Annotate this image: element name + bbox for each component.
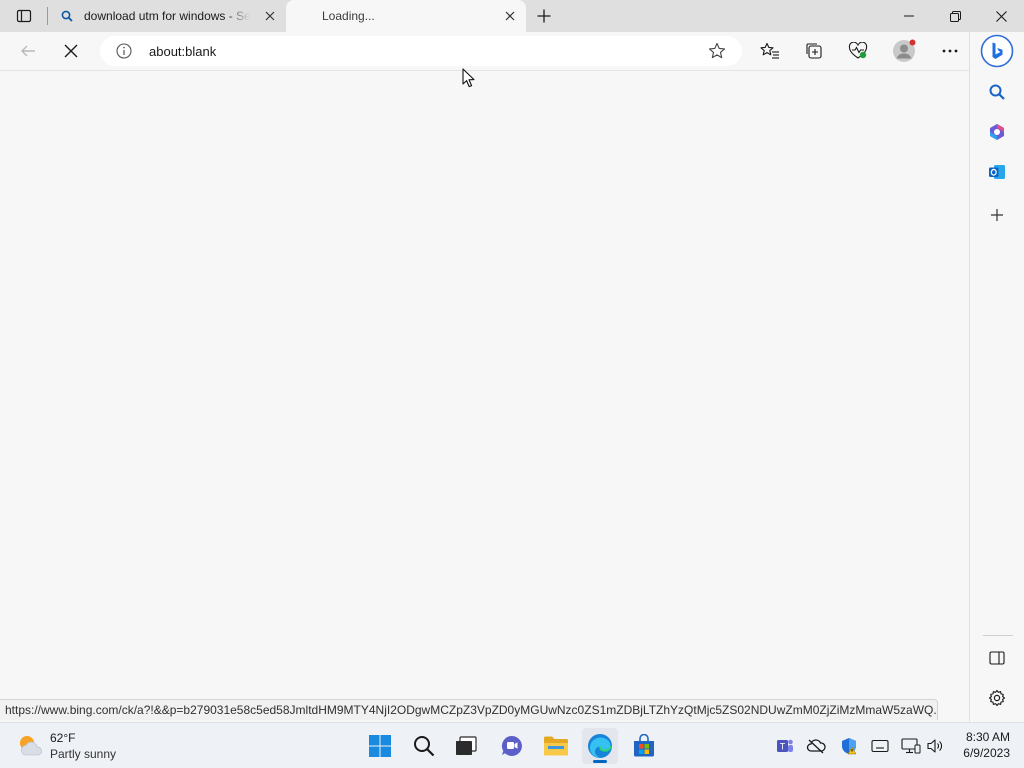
address-url[interactable]: about:blank xyxy=(149,44,216,59)
taskbar: 62°F Partly sunny T 8:30 AM 6/9/2023 xyxy=(0,722,1024,768)
chat-button[interactable] xyxy=(494,728,530,764)
back-arrow-icon xyxy=(21,45,35,57)
close-icon xyxy=(265,11,275,21)
plus-icon xyxy=(991,209,1003,221)
file-explorer-button[interactable] xyxy=(538,728,574,764)
bing-icon xyxy=(980,34,1014,68)
browser-window: download utm for windows - Search Loadin… xyxy=(0,0,1024,722)
minimize-button[interactable] xyxy=(886,0,932,32)
close-tab-button[interactable] xyxy=(262,8,278,24)
new-tab-button[interactable] xyxy=(532,4,556,28)
edge-sidebar xyxy=(969,32,1024,722)
stop-loading-button[interactable] xyxy=(55,35,87,67)
tab-search[interactable]: download utm for windows - Search xyxy=(50,0,286,32)
restore-button[interactable] xyxy=(932,0,978,32)
tab-title: Loading... xyxy=(322,9,375,23)
toolbar: about:blank xyxy=(0,32,1024,70)
task-view-button[interactable] xyxy=(448,728,484,764)
restore-icon xyxy=(949,10,961,22)
sidebar-settings-button[interactable] xyxy=(982,683,1012,713)
task-view-icon xyxy=(456,736,477,755)
sidebar-toggle-icon xyxy=(989,651,1005,665)
more-icon xyxy=(942,49,958,53)
sidebar-office-button[interactable] xyxy=(982,117,1012,147)
info-icon[interactable] xyxy=(116,43,132,59)
settings-more-button[interactable] xyxy=(934,35,966,67)
clock-time: 8:30 AM xyxy=(965,730,1010,744)
taskbar-search-button[interactable] xyxy=(406,728,442,764)
sidebar-divider xyxy=(983,635,1013,636)
search-icon xyxy=(414,736,435,757)
microsoft-store-button[interactable] xyxy=(626,728,662,764)
search-icon xyxy=(59,8,75,24)
outlook-icon xyxy=(989,165,1005,179)
tab-loading[interactable]: Loading... xyxy=(286,0,526,32)
svg-text:T: T xyxy=(780,742,786,752)
tab-title: download utm for windows - Search xyxy=(84,9,250,23)
sidebar-outlook-button[interactable] xyxy=(982,157,1012,187)
back-button[interactable] xyxy=(12,35,44,67)
star-icon[interactable] xyxy=(708,42,726,60)
start-button[interactable] xyxy=(362,728,398,764)
windows-logo-icon xyxy=(369,735,391,757)
favorites-button[interactable] xyxy=(754,35,786,67)
status-url-bar: https://www.bing.com/ck/a?!&&p=b279031e5… xyxy=(0,699,938,720)
favorites-icon xyxy=(760,42,779,59)
teams-tray-icon[interactable]: T xyxy=(774,735,796,757)
office-icon xyxy=(990,124,1004,140)
plus-icon xyxy=(537,9,551,23)
tab-separator xyxy=(47,7,48,25)
edge-icon xyxy=(588,734,612,758)
edge-taskbar-button[interactable] xyxy=(582,728,618,764)
mouse-cursor-icon xyxy=(462,68,475,88)
sidebar-add-button[interactable] xyxy=(982,200,1012,230)
collections-icon xyxy=(806,43,822,59)
partly-sunny-icon xyxy=(20,736,42,756)
search-icon xyxy=(989,84,1005,100)
close-window-button[interactable] xyxy=(978,0,1024,32)
system-clock[interactable]: 8:30 AM 6/9/2023 xyxy=(963,729,1010,761)
split-screen-button[interactable] xyxy=(982,643,1012,673)
browser-essentials-button[interactable] xyxy=(842,35,874,67)
network-tray-icon[interactable] xyxy=(900,735,922,757)
volume-tray-icon[interactable] xyxy=(924,735,946,757)
store-icon xyxy=(634,734,654,757)
teams-chat-icon xyxy=(501,735,522,756)
minimize-icon xyxy=(904,15,914,17)
security-tray-icon[interactable] xyxy=(838,735,860,757)
tab-actions-icon xyxy=(16,9,32,23)
close-icon xyxy=(505,11,515,21)
heart-pulse-icon xyxy=(848,42,868,59)
onedrive-tray-icon[interactable] xyxy=(805,735,827,757)
tab-actions-button[interactable] xyxy=(8,4,40,28)
sidebar-search-button[interactable] xyxy=(982,77,1012,107)
close-tab-button[interactable] xyxy=(502,8,518,24)
keyboard-tray-icon[interactable] xyxy=(869,735,891,757)
tab-strip: download utm for windows - Search Loadin… xyxy=(0,0,1024,32)
weather-temperature: 62°F xyxy=(50,731,76,745)
address-bar[interactable]: about:blank xyxy=(100,36,742,66)
avatar-icon xyxy=(893,39,916,62)
profile-button[interactable] xyxy=(888,35,920,67)
weather-condition: Partly sunny xyxy=(50,747,117,761)
weather-widget[interactable]: 62°F Partly sunny xyxy=(16,729,116,763)
gear-icon xyxy=(988,689,1006,707)
bing-chat-button[interactable] xyxy=(980,34,1014,68)
collections-button[interactable] xyxy=(798,35,830,67)
page-content[interactable] xyxy=(0,70,969,722)
folder-icon xyxy=(544,736,568,756)
close-icon xyxy=(995,10,1007,22)
stop-icon xyxy=(64,44,78,58)
clock-date: 6/9/2023 xyxy=(963,746,1010,760)
